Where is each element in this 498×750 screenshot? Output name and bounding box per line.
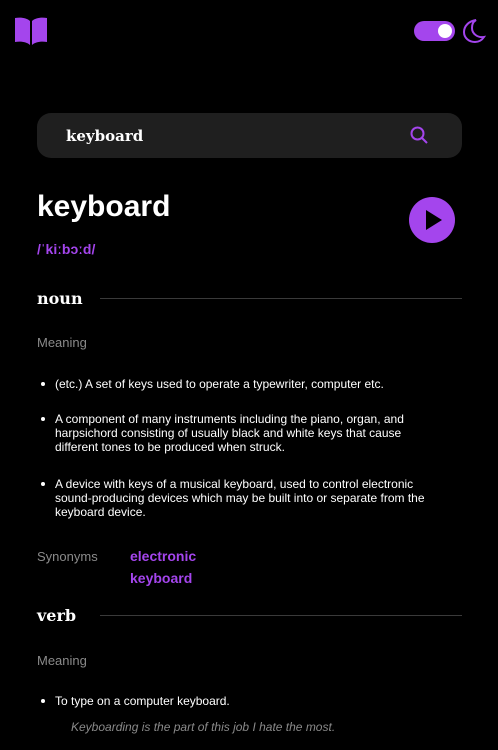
- meaning-label: Meaning: [37, 335, 87, 350]
- definition-item: (etc.) A set of keys used to operate a t…: [41, 377, 445, 391]
- definition-item: A component of many instruments includin…: [41, 412, 445, 454]
- top-bar: [0, 0, 498, 60]
- moon-icon: [462, 19, 486, 44]
- search-bar: [37, 113, 462, 158]
- book-icon[interactable]: [13, 16, 49, 46]
- verb-definitions: To type on a computer keyboard.: [41, 694, 445, 708]
- meaning-label: Meaning: [37, 653, 87, 668]
- noun-definitions: (etc.) A set of keys used to operate a t…: [41, 377, 445, 391]
- search-icon[interactable]: [410, 126, 428, 144]
- search-input[interactable]: [66, 113, 406, 158]
- definition-item: To type on a computer keyboard.: [41, 694, 445, 708]
- synonym-link[interactable]: keyboard: [130, 570, 192, 586]
- toggle-knob: [438, 24, 452, 38]
- noun-definitions: A device with keys of a musical keyboard…: [41, 477, 445, 519]
- headword: keyboard: [37, 190, 171, 223]
- divider: [100, 298, 462, 299]
- part-of-speech-noun: noun: [37, 289, 83, 308]
- synonyms-label: Synonyms: [37, 549, 98, 564]
- noun-definitions: A component of many instruments includin…: [41, 412, 445, 454]
- definition-item: A device with keys of a musical keyboard…: [41, 477, 445, 519]
- divider: [100, 615, 462, 616]
- example-sentence: Keyboarding is the part of this job I ha…: [71, 720, 336, 734]
- theme-toggle[interactable]: [414, 21, 455, 41]
- phonetic: /ˈkiːbɔːd/: [37, 241, 96, 257]
- play-icon: [426, 210, 442, 230]
- part-of-speech-verb: verb: [37, 606, 77, 625]
- synonym-link[interactable]: electronic: [130, 548, 196, 564]
- play-button[interactable]: [409, 197, 455, 243]
